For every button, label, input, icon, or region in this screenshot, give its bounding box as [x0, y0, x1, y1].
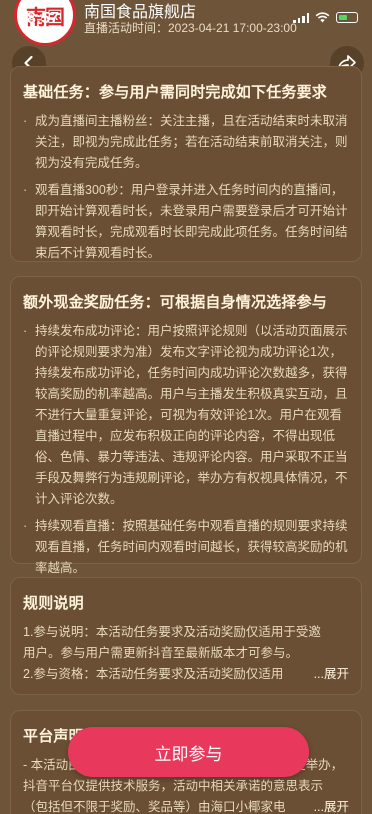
- status-time: 18:57: [18, 10, 59, 27]
- rules-line-2: 2.参与资格：本活动任务要求及活动奖励仅适用 ...展开: [23, 664, 349, 685]
- basic-task-fans: 成为直播间主播粉丝：关注主播，且在活动结束时未取消关注，即视为完成此任务；若在活…: [35, 114, 348, 170]
- rules-line-1b: 用户。参与用户需更新抖音至最新版本才可参与。: [23, 646, 299, 660]
- wifi-icon: [315, 12, 330, 23]
- signal-icon: [293, 12, 309, 23]
- list-item: · 持续发布成功评论：用户按照评论规则（以活动页面展示的评论规则要求为准）发布文…: [23, 321, 349, 510]
- rules-line-1a: 1.参与说明：本活动任务要求及活动奖励仅适用于受邀: [23, 625, 321, 639]
- bonus-task-card: 额外现金奖励任务：可根据自身情况选择参与 · 持续发布成功评论：用户按照评论规则…: [10, 276, 362, 575]
- platform-expand-link[interactable]: ...展开: [314, 797, 349, 814]
- basic-task-card: 基础任务：参与用户需同时完成如下任务要求 · 成为直播间主播粉丝：关注主播，且在…: [10, 66, 362, 262]
- live-task-page: 南国 南国食品旗舰店 直播活动时间：2023-04-21 17:00-23:00…: [0, 0, 372, 814]
- battery-icon: [336, 12, 358, 23]
- rules-card: 规则说明 1.参与说明：本活动任务要求及活动奖励仅适用于受邀 用户。参与用户需更…: [10, 577, 362, 695]
- list-item: · 成为直播间主播粉丝：关注主播，且在活动结束时未取消关注，即视为完成此任务；若…: [23, 111, 349, 174]
- platform-line-3: （包括但不限于奖励、奖品等）由海口小椰家电 ...展开: [23, 797, 349, 814]
- list-item: · 持续观看直播：按照基础任务中观看直播的规则要求持续观看直播，任务时间内观看时…: [23, 516, 349, 579]
- status-bar: 18:57: [0, 0, 372, 30]
- rules-title: 规则说明: [23, 595, 84, 612]
- basic-task-title: 基础任务：参与用户需同时完成如下任务要求: [23, 84, 328, 101]
- bonus-task-comment: 持续发布成功评论：用户按照评论规则（以活动页面展示的评论规则要求为准）发布文字评…: [35, 324, 348, 506]
- rules-expand-link[interactable]: ...展开: [314, 664, 349, 685]
- list-item: · 观看直播300秒：用户登录并进入任务时间内的直播间，即开始计算观看时长，未登…: [23, 180, 349, 264]
- join-now-button[interactable]: 立即参与: [68, 727, 309, 777]
- bonus-task-title: 额外现金奖励任务：可根据自身情况选择参与: [23, 294, 328, 311]
- status-icons: [293, 12, 358, 23]
- platform-line-2: 抖音平台仅提供技术服务，活动中相关承诺的意思表示: [23, 779, 324, 793]
- basic-task-watch: 观看直播300秒：用户登录并进入任务时间内的直播间，即开始计算观看时长，未登录用…: [35, 183, 348, 260]
- bonus-task-watch: 持续观看直播：按照基础任务中观看直播的规则要求持续观看直播，任务时间内观看时间越…: [35, 519, 348, 575]
